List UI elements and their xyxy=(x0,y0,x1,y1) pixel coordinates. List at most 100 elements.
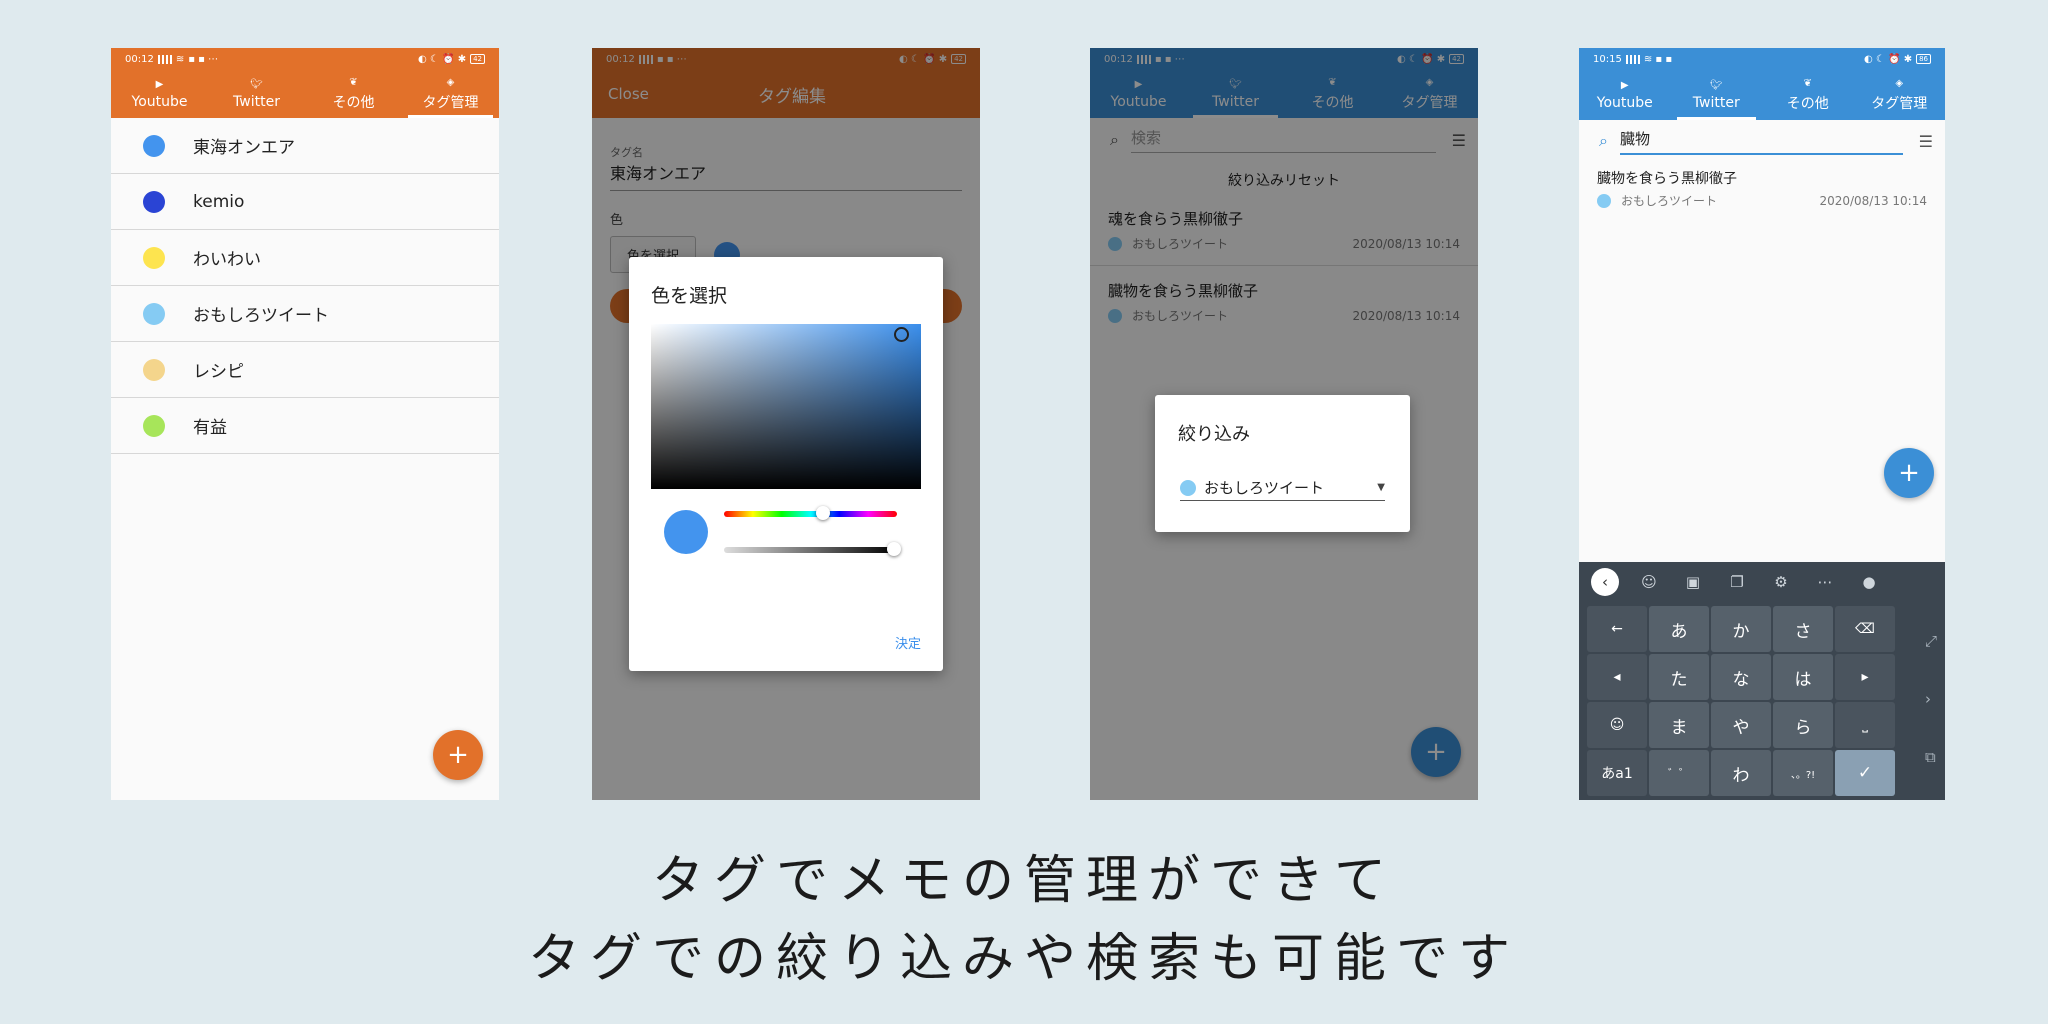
key[interactable]: ま xyxy=(1649,702,1709,748)
float-icon[interactable]: ⧉ xyxy=(1925,748,1937,766)
color-picker-dialog: 色を選択 決定 xyxy=(629,257,943,671)
tag-color-dot xyxy=(143,190,165,213)
notification-icons: ▪ ▪ ⋯ xyxy=(188,53,219,65)
list-item[interactable]: kemio xyxy=(111,174,499,230)
clipboard-icon[interactable]: ❐ xyxy=(1715,573,1759,591)
preview-swatch xyxy=(664,510,708,554)
add-memo-button[interactable]: + xyxy=(1884,448,1934,498)
hue-slider-handle[interactable] xyxy=(816,506,830,520)
list-item[interactable]: わいわい xyxy=(111,230,499,286)
key[interactable]: 、。?! xyxy=(1773,750,1833,796)
key[interactable]: ◂ xyxy=(1587,654,1647,700)
search-icon: ⌕ xyxy=(1599,131,1608,150)
status-bar: 10:15 ≋ ▪ ▪ ◐ ☾ ⏰ ✱ 86 xyxy=(1579,48,1945,70)
alpha-slider-handle[interactable] xyxy=(887,542,901,556)
wifi-icon: ≋ xyxy=(175,53,185,65)
gear-icon[interactable]: ⚙ xyxy=(1759,573,1803,591)
status-icons: ◐ ☾ ⏰ ✱ xyxy=(418,53,467,65)
dropdown-value: おもしろツイート xyxy=(1204,479,1325,497)
battery-icon: 86 xyxy=(1916,54,1931,64)
list-item[interactable]: 臓物を食らう黒柳徹子 おもしろツイート 2020/08/13 10:14 xyxy=(1579,162,1945,209)
search-row: ⌕ 臓物 ☰ xyxy=(1579,120,1945,162)
tag-name: 有益 xyxy=(193,418,227,438)
tag-name: おもしろツイート xyxy=(193,306,329,326)
key[interactable]: さ xyxy=(1773,606,1833,652)
key[interactable]: ☺ xyxy=(1587,702,1647,748)
tab-tag-management[interactable]: ◈ タグ管理 xyxy=(1854,70,1946,120)
key[interactable]: ⌫ xyxy=(1835,606,1895,652)
search-input[interactable]: 臓物 xyxy=(1619,128,1903,155)
tab-other[interactable]: ❦ その他 xyxy=(1762,70,1854,120)
key[interactable]: は xyxy=(1773,654,1833,700)
clock: 00:12 xyxy=(125,53,154,65)
keyboard: ‹ ☺ ▣ ❐ ⚙ ⋯ ● ← あ か さ ⌫ ◂ た な は ▸ ☺ ま や … xyxy=(1579,562,1945,800)
tag-color-dot xyxy=(1180,479,1196,496)
list-item[interactable]: 東海オンエア xyxy=(111,118,499,174)
keyboard-toolbar: ‹ ☺ ▣ ❐ ⚙ ⋯ ● xyxy=(1579,562,1945,602)
key[interactable]: ← xyxy=(1587,606,1647,652)
tag-name: わいわい xyxy=(193,250,261,270)
tab-label: その他 xyxy=(332,94,375,111)
status-icons: ◐ ☾ ⏰ ✱ xyxy=(1864,53,1913,65)
tag-icon: ◈ xyxy=(1895,77,1904,89)
clock: 10:15 xyxy=(1593,53,1622,65)
tab-label: タグ管理 xyxy=(422,94,479,111)
list-item[interactable]: レシピ xyxy=(111,342,499,398)
more-icon[interactable]: ⋯ xyxy=(1803,573,1847,591)
tab-label: Twitter xyxy=(233,93,280,110)
filter-icon[interactable]: ☰ xyxy=(1919,132,1933,151)
filter-dialog: 絞り込み おもしろツイート ▼ xyxy=(1155,395,1410,532)
keyboard-side-tools: ⤢ › ⧉ xyxy=(1925,632,1937,766)
tab-twitter[interactable]: 🐦︎ Twitter xyxy=(1671,70,1763,120)
tab-tag-management[interactable]: ◈ タグ管理 xyxy=(402,70,499,118)
key[interactable]: ゛゜ xyxy=(1649,750,1709,796)
notification-icons: ≋ ▪ ▪ xyxy=(1643,53,1673,65)
gif-icon[interactable]: ▣ xyxy=(1671,573,1715,591)
saturation-value-area[interactable] xyxy=(651,324,921,489)
tag-color-dot xyxy=(143,302,165,325)
tag-color-dot xyxy=(143,414,165,437)
tag-list: 東海オンエア kemio わいわい おもしろツイート レシピ 有益 xyxy=(111,118,499,454)
tag-color-dot xyxy=(143,134,165,157)
list-item[interactable]: 有益 xyxy=(111,398,499,454)
twitter-filter-screen: 00:12 ▪ ▪ ⋯ ◐ ☾ ⏰ ✱ 42 ▶ Youtube 🐦︎ Twitter … xyxy=(1090,48,1478,800)
key[interactable]: や xyxy=(1711,702,1771,748)
key[interactable]: わ xyxy=(1711,750,1771,796)
sticker-icon[interactable]: ☺ xyxy=(1627,573,1671,591)
tab-youtube[interactable]: ▶ Youtube xyxy=(1579,70,1671,120)
tab-youtube[interactable]: ▶ Youtube xyxy=(111,70,208,118)
key[interactable]: あ xyxy=(1649,606,1709,652)
tab-bar: ▶ Youtube 🐦︎ Twitter ❦ その他 ◈ タグ管理 xyxy=(111,70,499,118)
key[interactable]: た xyxy=(1649,654,1709,700)
tab-twitter[interactable]: 🐦︎ Twitter xyxy=(208,70,305,118)
status-bar: 00:12 ≋ ▪ ▪ ⋯ ◐ ☾ ⏰ ✱ 42 xyxy=(111,48,499,70)
youtube-icon: ▶ xyxy=(155,78,164,90)
confirm-button[interactable]: 決定 xyxy=(895,633,921,652)
list-item[interactable]: おもしろツイート xyxy=(111,286,499,342)
tab-label: タグ管理 xyxy=(1871,95,1928,112)
key[interactable]: あa1 xyxy=(1587,750,1647,796)
chevron-right-icon[interactable]: › xyxy=(1925,690,1937,708)
twitter-icon: 🐦︎ xyxy=(250,78,263,90)
tag-list-screen: 00:12 ≋ ▪ ▪ ⋯ ◐ ☾ ⏰ ✱ 42 ▶ Youtube 🐦︎ Twitter… xyxy=(111,48,499,800)
color-handle[interactable] xyxy=(894,327,909,342)
key[interactable]: ▸ xyxy=(1835,654,1895,700)
alpha-slider[interactable] xyxy=(724,547,897,553)
twitter-search-screen: 10:15 ≋ ▪ ▪ ◐ ☾ ⏰ ✱ 86 ▶ Youtube 🐦︎ Twitter … xyxy=(1579,48,1945,800)
key[interactable]: ⎵ xyxy=(1835,702,1895,748)
tag-color-dot xyxy=(143,358,165,381)
key[interactable]: な xyxy=(1711,654,1771,700)
key[interactable]: ✓ xyxy=(1835,750,1895,796)
tab-other[interactable]: ❦ その他 xyxy=(305,70,402,118)
hue-slider[interactable] xyxy=(724,511,897,517)
dialog-title: 色を選択 xyxy=(651,285,728,307)
battery-icon: 42 xyxy=(470,54,485,64)
key[interactable]: ら xyxy=(1773,702,1833,748)
back-icon[interactable]: ‹ xyxy=(1591,568,1619,596)
key[interactable]: か xyxy=(1711,606,1771,652)
tag-dropdown[interactable]: おもしろツイート ▼ xyxy=(1180,477,1385,501)
caption-line-1: タグでメモの管理ができて xyxy=(651,851,1396,911)
add-tag-button[interactable]: + xyxy=(433,730,483,780)
mic-icon[interactable]: ● xyxy=(1847,573,1891,591)
expand-icon[interactable]: ⤢ xyxy=(1925,632,1937,650)
